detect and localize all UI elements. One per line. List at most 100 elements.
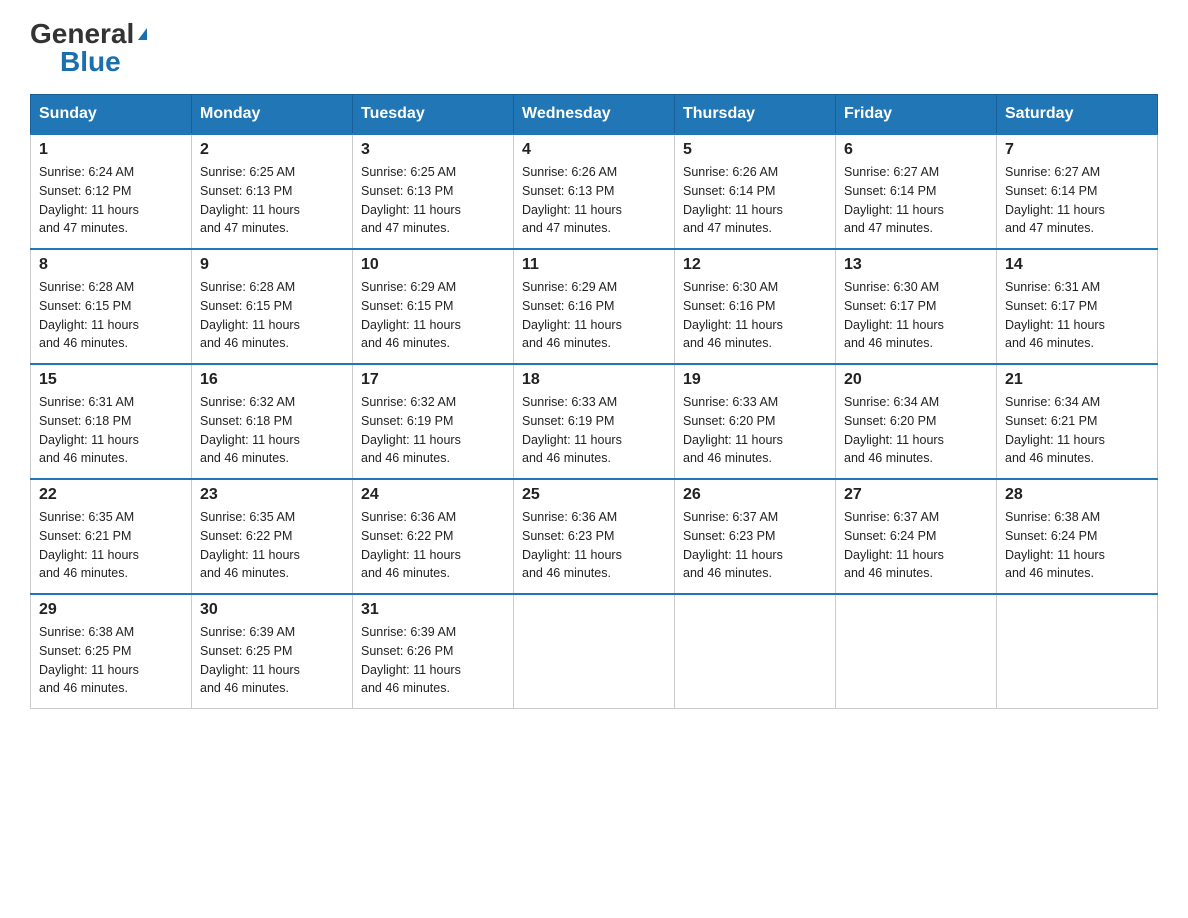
- day-number: 28: [1005, 486, 1149, 504]
- day-info: Sunrise: 6:35 AM Sunset: 6:21 PM Dayligh…: [39, 508, 183, 583]
- header-day-monday: Monday: [192, 95, 353, 135]
- day-number: 5: [683, 141, 827, 159]
- calendar-cell: 21 Sunrise: 6:34 AM Sunset: 6:21 PM Dayl…: [997, 364, 1158, 479]
- day-info: Sunrise: 6:29 AM Sunset: 6:16 PM Dayligh…: [522, 278, 666, 353]
- calendar-cell: 13 Sunrise: 6:30 AM Sunset: 6:17 PM Dayl…: [836, 249, 997, 364]
- day-info: Sunrise: 6:33 AM Sunset: 6:19 PM Dayligh…: [522, 393, 666, 468]
- calendar-cell: 31 Sunrise: 6:39 AM Sunset: 6:26 PM Dayl…: [353, 594, 514, 709]
- day-number: 4: [522, 141, 666, 159]
- day-info: Sunrise: 6:39 AM Sunset: 6:26 PM Dayligh…: [361, 623, 505, 698]
- day-info: Sunrise: 6:26 AM Sunset: 6:14 PM Dayligh…: [683, 163, 827, 238]
- calendar-cell: 22 Sunrise: 6:35 AM Sunset: 6:21 PM Dayl…: [31, 479, 192, 594]
- header-day-thursday: Thursday: [675, 95, 836, 135]
- day-number: 13: [844, 256, 988, 274]
- day-info: Sunrise: 6:35 AM Sunset: 6:22 PM Dayligh…: [200, 508, 344, 583]
- day-number: 3: [361, 141, 505, 159]
- day-number: 15: [39, 371, 183, 389]
- calendar-cell: 14 Sunrise: 6:31 AM Sunset: 6:17 PM Dayl…: [997, 249, 1158, 364]
- day-number: 11: [522, 256, 666, 274]
- day-number: 12: [683, 256, 827, 274]
- day-info: Sunrise: 6:31 AM Sunset: 6:18 PM Dayligh…: [39, 393, 183, 468]
- day-info: Sunrise: 6:26 AM Sunset: 6:13 PM Dayligh…: [522, 163, 666, 238]
- day-number: 22: [39, 486, 183, 504]
- calendar-cell: [997, 594, 1158, 709]
- calendar-header-row: SundayMondayTuesdayWednesdayThursdayFrid…: [31, 95, 1158, 135]
- calendar-table: SundayMondayTuesdayWednesdayThursdayFrid…: [30, 94, 1158, 709]
- calendar-cell: 12 Sunrise: 6:30 AM Sunset: 6:16 PM Dayl…: [675, 249, 836, 364]
- day-number: 16: [200, 371, 344, 389]
- calendar-cell: 29 Sunrise: 6:38 AM Sunset: 6:25 PM Dayl…: [31, 594, 192, 709]
- calendar-week-row: 22 Sunrise: 6:35 AM Sunset: 6:21 PM Dayl…: [31, 479, 1158, 594]
- day-number: 30: [200, 601, 344, 619]
- calendar-cell: 7 Sunrise: 6:27 AM Sunset: 6:14 PM Dayli…: [997, 134, 1158, 249]
- day-number: 27: [844, 486, 988, 504]
- logo: General Blue: [30, 20, 147, 76]
- day-number: 9: [200, 256, 344, 274]
- day-number: 29: [39, 601, 183, 619]
- day-number: 6: [844, 141, 988, 159]
- calendar-cell: 28 Sunrise: 6:38 AM Sunset: 6:24 PM Dayl…: [997, 479, 1158, 594]
- calendar-cell: 16 Sunrise: 6:32 AM Sunset: 6:18 PM Dayl…: [192, 364, 353, 479]
- calendar-cell: 3 Sunrise: 6:25 AM Sunset: 6:13 PM Dayli…: [353, 134, 514, 249]
- header-day-sunday: Sunday: [31, 95, 192, 135]
- day-number: 8: [39, 256, 183, 274]
- page-header: General Blue: [30, 20, 1158, 76]
- day-info: Sunrise: 6:29 AM Sunset: 6:15 PM Dayligh…: [361, 278, 505, 353]
- day-number: 14: [1005, 256, 1149, 274]
- calendar-cell: 8 Sunrise: 6:28 AM Sunset: 6:15 PM Dayli…: [31, 249, 192, 364]
- day-info: Sunrise: 6:33 AM Sunset: 6:20 PM Dayligh…: [683, 393, 827, 468]
- day-info: Sunrise: 6:38 AM Sunset: 6:25 PM Dayligh…: [39, 623, 183, 698]
- day-info: Sunrise: 6:38 AM Sunset: 6:24 PM Dayligh…: [1005, 508, 1149, 583]
- calendar-cell: 26 Sunrise: 6:37 AM Sunset: 6:23 PM Dayl…: [675, 479, 836, 594]
- day-info: Sunrise: 6:32 AM Sunset: 6:18 PM Dayligh…: [200, 393, 344, 468]
- calendar-cell: 17 Sunrise: 6:32 AM Sunset: 6:19 PM Dayl…: [353, 364, 514, 479]
- day-number: 2: [200, 141, 344, 159]
- day-number: 31: [361, 601, 505, 619]
- day-number: 25: [522, 486, 666, 504]
- calendar-week-row: 15 Sunrise: 6:31 AM Sunset: 6:18 PM Dayl…: [31, 364, 1158, 479]
- day-info: Sunrise: 6:36 AM Sunset: 6:22 PM Dayligh…: [361, 508, 505, 583]
- day-info: Sunrise: 6:36 AM Sunset: 6:23 PM Dayligh…: [522, 508, 666, 583]
- calendar-cell: [836, 594, 997, 709]
- day-number: 18: [522, 371, 666, 389]
- calendar-cell: 5 Sunrise: 6:26 AM Sunset: 6:14 PM Dayli…: [675, 134, 836, 249]
- calendar-cell: 2 Sunrise: 6:25 AM Sunset: 6:13 PM Dayli…: [192, 134, 353, 249]
- calendar-cell: 25 Sunrise: 6:36 AM Sunset: 6:23 PM Dayl…: [514, 479, 675, 594]
- calendar-cell: 4 Sunrise: 6:26 AM Sunset: 6:13 PM Dayli…: [514, 134, 675, 249]
- day-info: Sunrise: 6:34 AM Sunset: 6:21 PM Dayligh…: [1005, 393, 1149, 468]
- header-day-tuesday: Tuesday: [353, 95, 514, 135]
- day-number: 17: [361, 371, 505, 389]
- day-info: Sunrise: 6:39 AM Sunset: 6:25 PM Dayligh…: [200, 623, 344, 698]
- logo-general-text: General: [30, 20, 147, 48]
- day-number: 10: [361, 256, 505, 274]
- calendar-cell: 20 Sunrise: 6:34 AM Sunset: 6:20 PM Dayl…: [836, 364, 997, 479]
- calendar-cell: 6 Sunrise: 6:27 AM Sunset: 6:14 PM Dayli…: [836, 134, 997, 249]
- day-info: Sunrise: 6:24 AM Sunset: 6:12 PM Dayligh…: [39, 163, 183, 238]
- calendar-cell: 9 Sunrise: 6:28 AM Sunset: 6:15 PM Dayli…: [192, 249, 353, 364]
- day-number: 1: [39, 141, 183, 159]
- day-number: 24: [361, 486, 505, 504]
- header-day-friday: Friday: [836, 95, 997, 135]
- logo-blue-text: Blue: [60, 46, 121, 77]
- calendar-week-row: 1 Sunrise: 6:24 AM Sunset: 6:12 PM Dayli…: [31, 134, 1158, 249]
- day-info: Sunrise: 6:27 AM Sunset: 6:14 PM Dayligh…: [1005, 163, 1149, 238]
- calendar-cell: 18 Sunrise: 6:33 AM Sunset: 6:19 PM Dayl…: [514, 364, 675, 479]
- calendar-week-row: 29 Sunrise: 6:38 AM Sunset: 6:25 PM Dayl…: [31, 594, 1158, 709]
- calendar-cell: 23 Sunrise: 6:35 AM Sunset: 6:22 PM Dayl…: [192, 479, 353, 594]
- header-day-saturday: Saturday: [997, 95, 1158, 135]
- day-number: 23: [200, 486, 344, 504]
- calendar-cell: [675, 594, 836, 709]
- day-number: 20: [844, 371, 988, 389]
- header-day-wednesday: Wednesday: [514, 95, 675, 135]
- day-info: Sunrise: 6:30 AM Sunset: 6:16 PM Dayligh…: [683, 278, 827, 353]
- day-info: Sunrise: 6:32 AM Sunset: 6:19 PM Dayligh…: [361, 393, 505, 468]
- calendar-week-row: 8 Sunrise: 6:28 AM Sunset: 6:15 PM Dayli…: [31, 249, 1158, 364]
- day-number: 19: [683, 371, 827, 389]
- calendar-cell: 15 Sunrise: 6:31 AM Sunset: 6:18 PM Dayl…: [31, 364, 192, 479]
- day-info: Sunrise: 6:28 AM Sunset: 6:15 PM Dayligh…: [39, 278, 183, 353]
- calendar-cell: 10 Sunrise: 6:29 AM Sunset: 6:15 PM Dayl…: [353, 249, 514, 364]
- day-number: 21: [1005, 371, 1149, 389]
- calendar-cell: 19 Sunrise: 6:33 AM Sunset: 6:20 PM Dayl…: [675, 364, 836, 479]
- day-info: Sunrise: 6:30 AM Sunset: 6:17 PM Dayligh…: [844, 278, 988, 353]
- day-info: Sunrise: 6:34 AM Sunset: 6:20 PM Dayligh…: [844, 393, 988, 468]
